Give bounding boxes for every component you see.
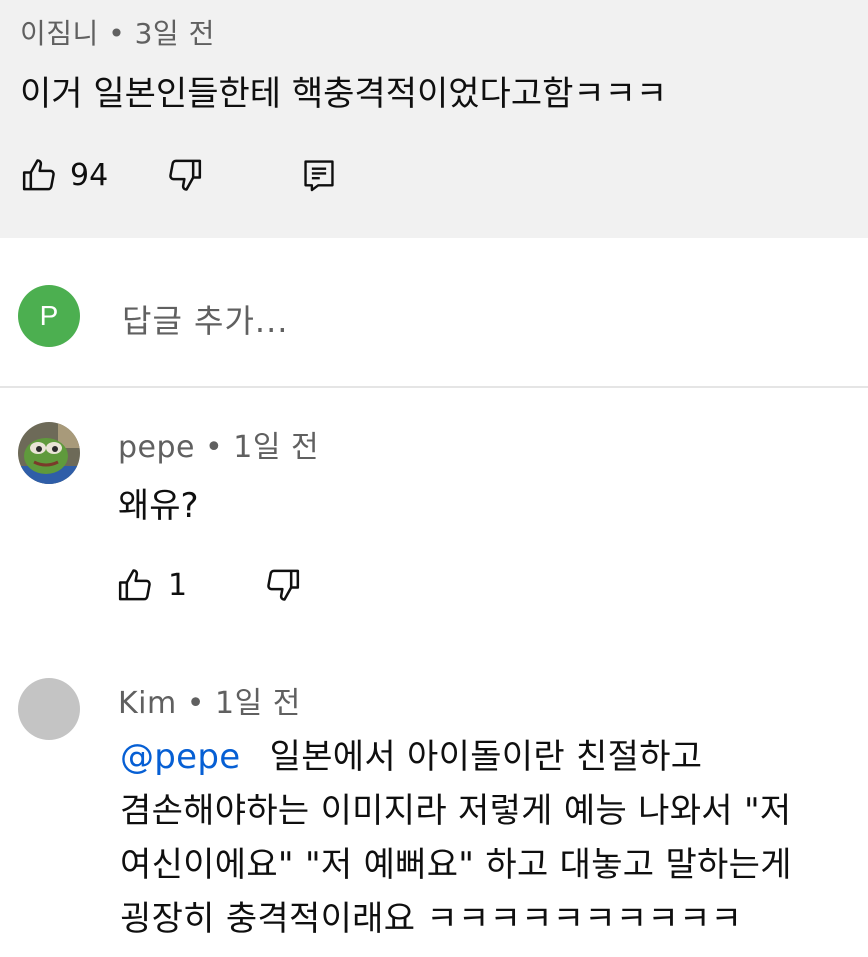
mention-link[interactable]: @pepe <box>120 737 241 777</box>
reply-like-button[interactable]: 1 <box>116 565 187 605</box>
parent-comment-text: 이거 일본인들한테 핵충격적이었다고함ㅋㅋㅋ <box>20 74 668 114</box>
reply-input[interactable]: 답글 추가... <box>122 296 288 342</box>
reply-author[interactable]: pepe <box>118 430 195 465</box>
divider <box>0 386 868 388</box>
pepe-meta: pepe • 1일 전 <box>118 422 319 466</box>
user-avatar[interactable]: P <box>18 285 80 347</box>
thumbs-down-icon <box>267 569 300 601</box>
reply-author[interactable]: Kim <box>118 686 177 721</box>
reply-text-line: @pepe 일본에서 아이돌이란 친절하고 <box>120 730 792 784</box>
meta-separator: • <box>186 686 216 721</box>
parent-like-count: 94 <box>70 157 109 193</box>
parent-comment: 이짐니 • 3일 전 이거 일본인들한테 핵충격적이었다고함ㅋㅋㅋ 94 <box>0 0 868 238</box>
parent-reply-button[interactable] <box>300 155 338 195</box>
reply-dislike-button[interactable] <box>262 565 302 605</box>
reply-text: @pepe 일본에서 아이돌이란 친절하고 겸손해야하는 이미지라 저렇게 예능… <box>120 730 792 946</box>
kim-meta: Kim • 1일 전 <box>118 678 301 722</box>
reply-text-segment: 일본에서 아이돌이란 친절하고 <box>269 737 703 777</box>
comment-icon <box>304 160 334 192</box>
kim-avatar[interactable] <box>18 678 80 740</box>
parent-dislike-button[interactable] <box>164 155 204 195</box>
thumbs-up-icon <box>22 159 55 191</box>
parent-author[interactable]: 이짐니 <box>20 17 99 50</box>
reply-like-count: 1 <box>168 567 188 603</box>
meta-separator: • <box>108 17 135 50</box>
thumbs-down-icon <box>169 159 202 191</box>
reply-text: 왜유? <box>118 486 199 526</box>
frog-avatar-image <box>18 422 80 484</box>
meta-separator: • <box>205 430 234 465</box>
thumbs-up-icon <box>118 569 151 601</box>
parent-like-button[interactable]: 94 <box>20 155 108 195</box>
pepe-avatar[interactable] <box>18 422 80 484</box>
parent-time[interactable]: 3일 전 <box>135 17 215 50</box>
reply-text-line: 겸손해야하는 이미지라 저렇게 예능 나와서 "저 <box>120 791 792 831</box>
reply-time[interactable]: 1일 전 <box>215 686 301 721</box>
reply-text-line: 여신이에요" "저 예뻐요" 하고 대놓고 말하는게 <box>120 845 792 885</box>
reply-text-line: 굉장히 충격적이래요 ㅋㅋㅋㅋㅋㅋㅋㅋㅋㅋ <box>120 899 743 939</box>
reply-time[interactable]: 1일 전 <box>233 430 319 465</box>
parent-comment-meta: 이짐니 • 3일 전 <box>20 12 215 52</box>
